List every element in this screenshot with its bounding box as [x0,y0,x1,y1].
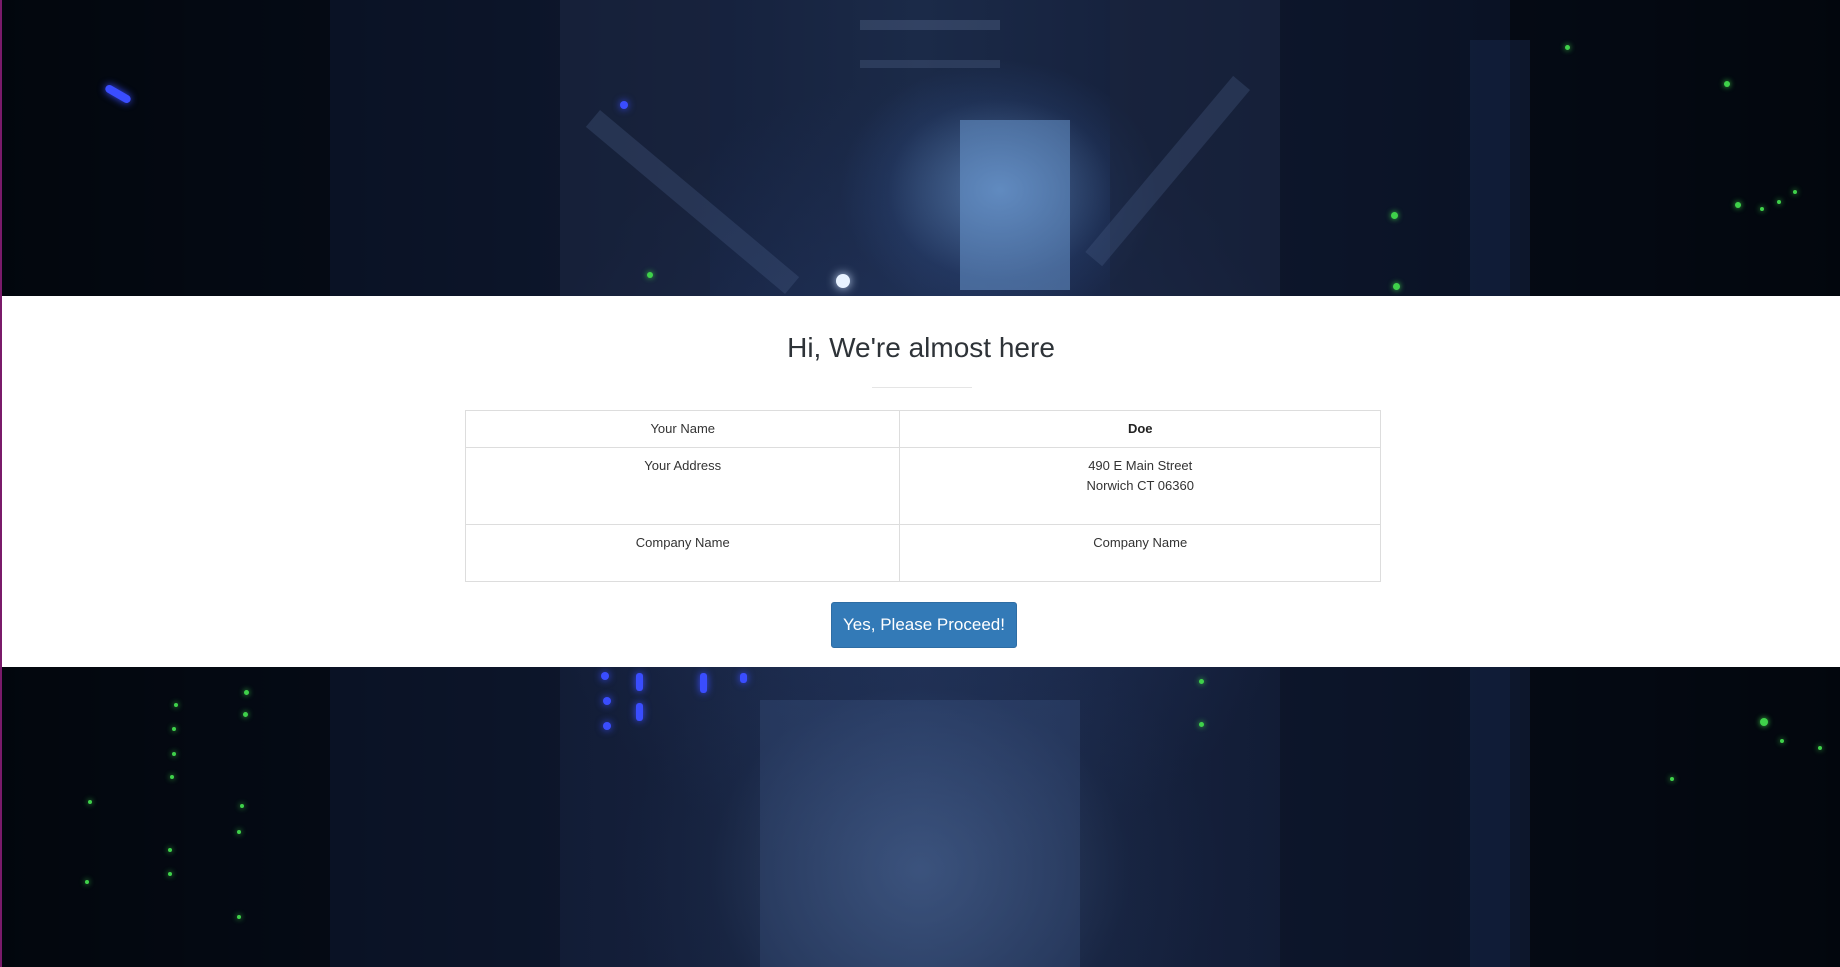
window-left-edge [0,0,2,967]
details-table: Your Name Doe Your Address 490 E Main St… [464,410,1381,582]
page-title: Hi, We're almost here [787,332,1055,363]
table-row: Company Name Company Name [464,524,1381,582]
confirmation-panel: Hi, We're almost here Your Name Doe Your… [2,296,1840,667]
title-divider [872,387,972,388]
address-value: 490 E Main Street Norwich CT 06360 [899,447,1381,525]
address-line-2: Norwich CT 06360 [1086,478,1194,493]
table-row: Your Name Doe [464,410,1381,448]
table-row: Your Address 490 E Main Street Norwich C… [464,447,1381,525]
name-label: Your Name [464,410,901,448]
address-line-1: 490 E Main Street [1088,458,1193,473]
company-label: Company Name [464,524,901,582]
name-value: Doe [899,410,1381,448]
address-label: Your Address [464,447,901,525]
company-value: Company Name [899,524,1381,582]
proceed-button[interactable]: Yes, Please Proceed! [831,602,1017,648]
